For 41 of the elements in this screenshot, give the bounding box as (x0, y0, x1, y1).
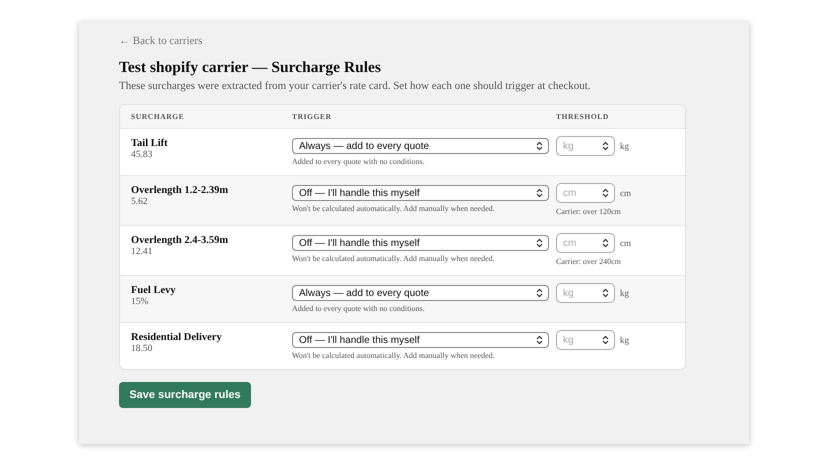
page-title: Test shopify carrier — Surcharge Rules (119, 59, 381, 77)
surcharge-amount: 5.62 (131, 197, 148, 207)
trigger-note: Won't be calculated automatically. Add manually when needed. (292, 204, 495, 213)
trigger-select[interactable]: Off — I'll handle this myself (292, 235, 549, 251)
back-link[interactable]: ← Back to carriers (119, 35, 202, 47)
unit-label: kg (620, 288, 629, 298)
unit-label: kg (620, 141, 629, 151)
trigger-note: Added to every quote with no conditions. (292, 157, 425, 166)
carrier-note: Carrier: over 120cm (556, 207, 621, 216)
trigger-note: Won't be calculated automatically. Add manually when needed. (292, 254, 495, 263)
surcharge-name: Fuel Levy (131, 285, 176, 296)
surcharge-amount: 18.50 (131, 344, 152, 354)
chevron-icon (602, 288, 609, 298)
chevron-icon (602, 238, 609, 248)
surcharge-name: Residential Delivery (131, 332, 222, 343)
surcharge-name: Overlength 1.2-2.39m (131, 185, 228, 196)
surcharge-name: Tail Lift (131, 138, 168, 149)
unit-label: cm (620, 238, 631, 248)
surcharge-amount: 45.83 (131, 150, 152, 160)
chevron-icon (602, 188, 609, 198)
chevron-icon (602, 141, 609, 151)
trigger-note: Won't be calculated automatically. Add manually when needed. (292, 351, 495, 360)
trigger-select[interactable]: Always — add to every quote (292, 285, 549, 301)
trigger-select[interactable]: Always — add to every quote (292, 138, 549, 154)
trigger-note: Added to every quote with no conditions. (292, 304, 425, 313)
chevron-icon (536, 188, 543, 198)
save-button[interactable]: Save surcharge rules (119, 382, 251, 408)
unit-label: cm (620, 188, 631, 198)
surcharge-amount: 12.41 (131, 247, 152, 257)
trigger-select[interactable]: Off — I'll handle this myself (292, 332, 549, 348)
surcharge-amount: 15% (131, 297, 148, 307)
surcharge-name: Overlength 2.4-3.59m (131, 235, 228, 246)
chevron-icon (602, 335, 609, 345)
chevron-icon (536, 288, 543, 298)
trigger-select[interactable]: Off — I'll handle this myself (292, 185, 549, 201)
unit-label: kg (620, 335, 629, 345)
chevron-icon (536, 141, 543, 151)
carrier-note: Carrier: over 240cm (556, 257, 621, 266)
page-description: These surcharges were extracted from your carrier's rate card. Set how each one should trigger at checkout. (119, 80, 591, 92)
chevron-icon (536, 335, 543, 345)
chevron-icon (536, 238, 543, 248)
